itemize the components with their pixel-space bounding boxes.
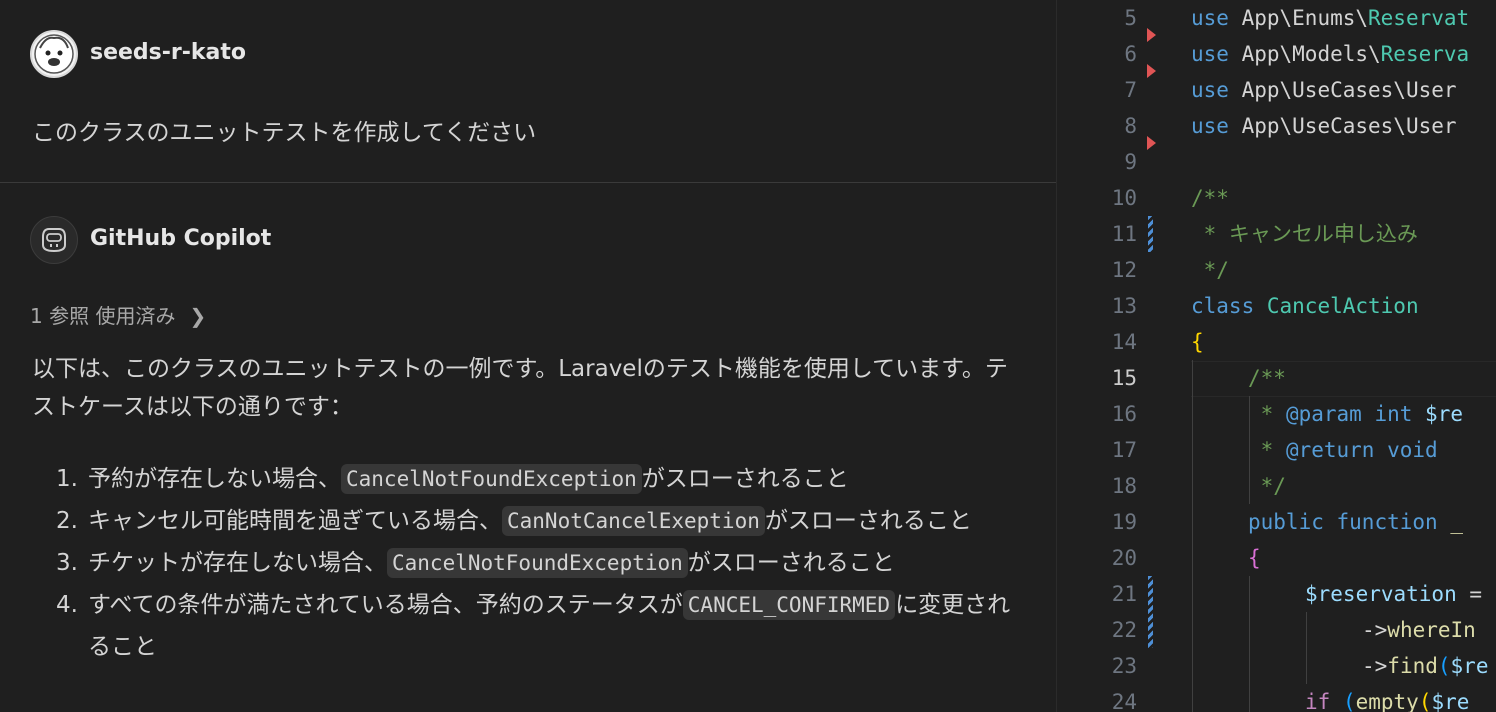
user-avatar-icon [34, 34, 74, 74]
line-number: 8 [1124, 114, 1137, 138]
list-item: 1. 予約が存在しない場合、 CancelNotFoundException がスロー… [56, 464, 849, 494]
line-number: 5 [1124, 6, 1137, 30]
diff-modified-bar[interactable] [1148, 576, 1153, 648]
code-line: use App\UseCases\User [1191, 114, 1457, 138]
line-number: 22 [1111, 618, 1137, 642]
list-item: 4. すべての条件が満たされている場合、予約のステータスが CANCEL_CONFI… [56, 590, 1011, 660]
code-line: * キャンセル申し込み [1191, 222, 1418, 246]
inline-code: CancelNotFoundException [387, 548, 688, 578]
line-number: 6 [1124, 42, 1137, 66]
copilot-chat-panel: seeds-r-kato このクラスのユニットテストを作成してください GitH… [0, 0, 1056, 712]
assistant-name: GitHub Copilot [90, 226, 272, 251]
inline-code: CancelNotFoundException [341, 464, 642, 494]
line-number: 20 [1111, 546, 1137, 570]
code-editor[interactable]: 5 6 7 8 9 10 11 12 13 14 15 16 17 18 19 … [1057, 0, 1496, 712]
code-line: * @return void [1248, 438, 1438, 462]
chevron-right-icon: ❯ [189, 304, 207, 328]
code-line: use App\UseCases\User [1191, 78, 1457, 102]
indent-guide [1306, 612, 1307, 684]
code-line: ->find($re [1362, 654, 1489, 678]
diff-deleted-marker[interactable] [1147, 136, 1156, 150]
code-line: if (empty($re [1305, 690, 1470, 712]
inline-code: CANCEL_CONFIRMED [682, 590, 896, 620]
code-line: use App\Enums\Reservat [1191, 6, 1470, 30]
line-number: 9 [1124, 150, 1137, 174]
line-number: 24 [1111, 690, 1137, 712]
user-message: このクラスのユニットテストを作成してください [32, 120, 537, 146]
diff-deleted-marker[interactable] [1147, 28, 1156, 42]
diff-modified-bar[interactable] [1148, 216, 1153, 252]
line-number: 10 [1111, 186, 1137, 210]
line-number: 19 [1111, 510, 1137, 534]
line-number-active: 15 [1111, 366, 1137, 390]
line-number: 11 [1111, 222, 1137, 246]
line-number: 12 [1111, 258, 1137, 282]
code-line: $reservation = [1305, 582, 1483, 606]
user-avatar [30, 30, 78, 78]
code-line: public function _ [1248, 510, 1463, 534]
line-number: 21 [1111, 582, 1137, 606]
code-line: */ [1191, 258, 1229, 282]
references-label: 1 参照 使用済み [30, 304, 176, 328]
code-line: use App\Models\Reserva [1191, 42, 1470, 66]
response-intro: 以下は、このクラスのユニットテストの一例です。Laravelのテスト機能を使用し… [32, 356, 1008, 420]
code-line: /** [1248, 366, 1286, 390]
code-line: */ [1248, 474, 1286, 498]
user-name: seeds-r-kato [90, 40, 246, 65]
line-number: 17 [1111, 438, 1137, 462]
line-number: 13 [1111, 294, 1137, 318]
references-toggle[interactable]: 1 参照 使用済み ❯ [30, 300, 206, 329]
copilot-icon [42, 228, 66, 253]
line-number: 16 [1111, 402, 1137, 426]
code-line: /** [1191, 186, 1229, 210]
copilot-avatar [30, 216, 78, 264]
code-line: class CancelAction [1191, 294, 1419, 318]
line-number: 23 [1111, 654, 1137, 678]
message-separator [0, 182, 1056, 183]
indent-guide [1249, 576, 1250, 712]
list-item: 2. キャンセル可能時間を過ぎている場合、 CanNotCancelExeption… [56, 506, 972, 536]
indent-guide [1192, 360, 1193, 712]
code-line: * @param int $re [1248, 402, 1463, 426]
line-number: 18 [1111, 474, 1137, 498]
line-number: 7 [1124, 78, 1137, 102]
code-line: { [1248, 546, 1261, 570]
current-line-highlight [1191, 361, 1496, 397]
code-line: { [1191, 330, 1204, 354]
test-case-list: 1. 予約が存在しない場合、 CancelNotFoundException がスロー… [32, 458, 1032, 668]
diff-deleted-marker[interactable] [1147, 64, 1156, 78]
line-number: 14 [1111, 330, 1137, 354]
code-line: ->whereIn [1362, 618, 1476, 642]
inline-code: CanNotCancelExeption [502, 506, 765, 536]
list-item: 3. チケットが存在しない場合、 CancelNotFoundException がス… [56, 548, 895, 578]
